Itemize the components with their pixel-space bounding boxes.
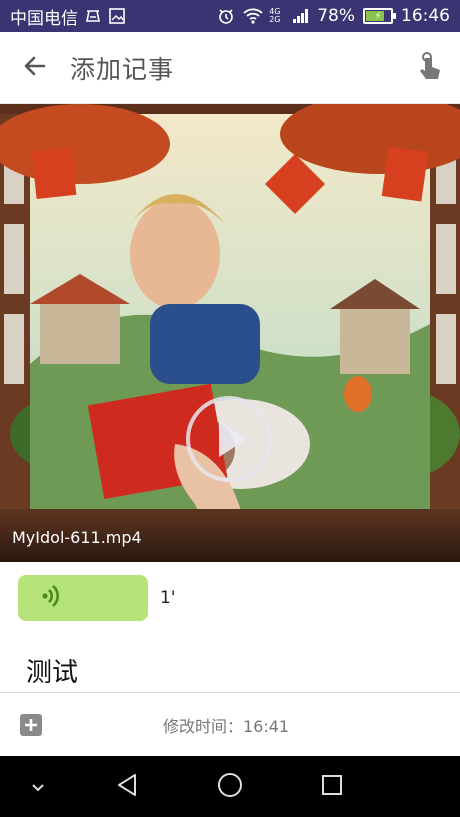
audio-play-button[interactable] [18,575,148,621]
play-button[interactable] [186,396,272,482]
video-thumbnail [0,104,460,562]
back-button[interactable] [0,32,70,104]
image-icon [108,7,126,25]
note-body[interactable]: 测试 [26,652,78,689]
carrier-label: 中国电信 [10,8,78,29]
add-button[interactable] [20,713,42,736]
sound-wave-icon [40,583,66,613]
touch-gesture-button[interactable] [400,32,460,104]
audio-row: 1' [0,562,460,634]
battery-percent: 78% [317,6,355,26]
modified-time: 修改时间：16:41 [163,716,290,736]
status-bar: 中国电信 4G 2G 78% ⚡ 16:46 [0,0,460,32]
app-bar: 添加记事 [0,32,460,104]
collapse-chevron-icon [31,777,45,796]
video-player[interactable]: MyIdol-611.mp4 [0,104,460,562]
collapse-nav-button[interactable] [18,756,58,817]
nav-back-button[interactable] [104,756,150,817]
footer-toolbar: 修改时间：16:41 [0,692,460,756]
nav-bar [0,756,460,817]
battery-icon: ⚡ [363,8,396,24]
nav-home-button[interactable] [206,756,254,817]
page-title: 添加记事 [70,54,175,84]
signal-icon [291,7,309,25]
network-type-label: 4G 2G [269,7,281,24]
recents-icon [321,774,343,800]
audio-duration: 1' [160,588,176,608]
clock: 16:46 [401,6,450,26]
nav-recents-button[interactable] [310,756,354,817]
video-filename: MyIdol-611.mp4 [0,514,460,562]
touch-gesture-icon [417,51,443,85]
add-icon [24,715,38,735]
back-icon [115,773,139,801]
home-icon [217,772,243,802]
play-icon [219,421,247,457]
back-arrow-icon [22,53,48,83]
sim-icon [84,7,102,25]
wifi-icon [243,7,263,25]
alarm-icon [217,7,235,25]
